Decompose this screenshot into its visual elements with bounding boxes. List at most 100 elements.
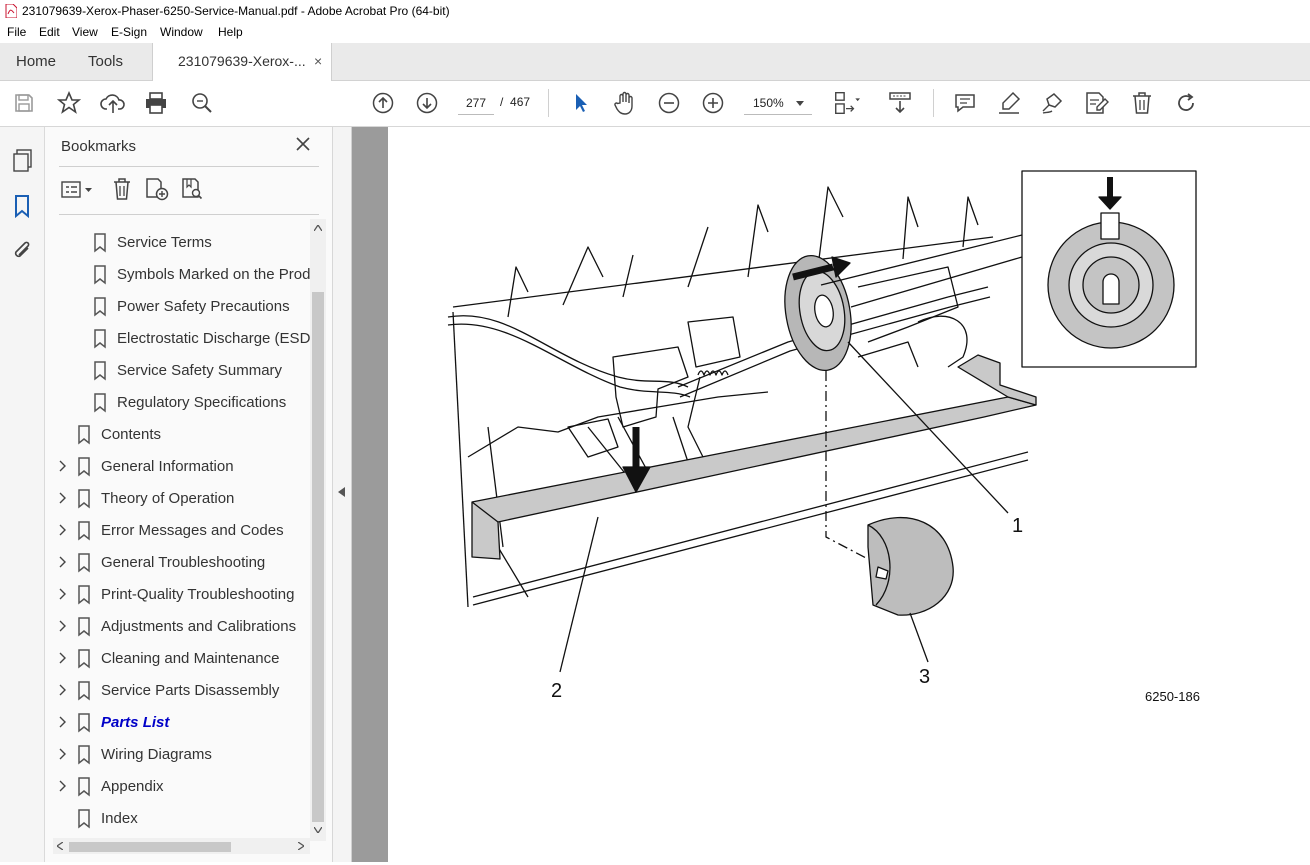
bookmark-label: Adjustments and Calibrations <box>101 618 297 635</box>
menu-help[interactable]: Help <box>218 25 243 39</box>
page-thumbnails-icon[interactable] <box>12 149 34 173</box>
scroll-mode-button[interactable] <box>886 89 914 117</box>
tab-close-button[interactable]: × <box>314 43 322 80</box>
chevron-right-icon[interactable] <box>59 524 67 536</box>
menu-edit[interactable]: Edit <box>39 25 60 39</box>
bookmark-item[interactable]: Service Parts Disassembly <box>45 675 310 707</box>
bookmark-icon <box>78 489 90 509</box>
bookmark-icon <box>94 361 106 381</box>
chevron-right-icon[interactable] <box>59 588 67 600</box>
hand-tool-button[interactable] <box>611 89 639 117</box>
toolbar-divider <box>548 89 549 117</box>
options-menu-icon[interactable] <box>61 179 95 201</box>
bookmark-item[interactable]: Appendix <box>45 771 310 803</box>
bookmark-item[interactable]: Adjustments and Calibrations <box>45 611 310 643</box>
bookmark-label: Parts List <box>101 714 170 731</box>
prev-page-button[interactable] <box>369 89 397 117</box>
new-bookmark-icon[interactable] <box>145 177 169 201</box>
bookmark-icon <box>94 233 106 253</box>
bookmark-item[interactable]: Error Messages and Codes <box>45 515 310 547</box>
highlight-button[interactable] <box>995 89 1023 117</box>
menu-view[interactable]: View <box>72 25 98 39</box>
tab-tools[interactable]: Tools <box>88 43 123 80</box>
bookmark-item[interactable]: Theory of Operation <box>45 483 310 515</box>
next-page-button[interactable] <box>413 89 441 117</box>
chevron-right-icon[interactable] <box>59 748 67 760</box>
scroll-down-icon[interactable] <box>314 827 322 833</box>
scroll-up-icon[interactable] <box>314 225 322 231</box>
chevron-right-icon[interactable] <box>59 492 67 504</box>
bookmark-label: Service Terms <box>117 234 212 251</box>
zoom-out-button[interactable] <box>655 89 683 117</box>
bookmark-item[interactable]: Print-Quality Troubleshooting <box>45 579 310 611</box>
comment-button[interactable] <box>951 89 979 117</box>
printer-icon <box>146 92 166 114</box>
find-bookmark-icon[interactable] <box>181 177 205 201</box>
bookmark-item[interactable]: General Information <box>45 451 310 483</box>
bookmarks-panel: Bookmarks Service Terms Symbols Marked on… <box>45 127 333 862</box>
trash-icon[interactable] <box>112 177 132 201</box>
bookmark-icon <box>94 393 106 413</box>
menu-file[interactable]: File <box>7 25 26 39</box>
zoom-in-button[interactable] <box>699 89 727 117</box>
page-number-input[interactable]: 277 <box>458 92 494 115</box>
menu-window[interactable]: Window <box>160 25 203 39</box>
minus-circle-icon <box>658 92 680 114</box>
tab-document[interactable]: 231079639-Xerox-... × <box>152 43 332 81</box>
select-tool-button[interactable] <box>567 89 595 117</box>
page-display-button[interactable] <box>832 89 860 117</box>
scrollbar-thumb[interactable] <box>312 292 324 822</box>
bookmark-item[interactable]: Index <box>45 803 310 831</box>
rotate-clockwise-icon <box>1178 93 1194 111</box>
rotate-button[interactable] <box>1172 89 1200 117</box>
edit-text-button[interactable] <box>1083 89 1111 117</box>
bookmark-tree: Service Terms Symbols Marked on the Prod P… <box>45 219 310 831</box>
bookmark-label: Service Safety Summary <box>117 362 283 379</box>
bookmark-item[interactable]: Power Safety Precautions <box>45 291 310 323</box>
chevron-right-icon[interactable] <box>59 780 67 792</box>
bookmark-label: General Troubleshooting <box>101 554 266 571</box>
chevron-right-icon[interactable] <box>59 460 67 472</box>
tab-home[interactable]: Home <box>16 43 56 80</box>
scroll-left-icon[interactable] <box>57 842 63 850</box>
collapse-left-icon[interactable] <box>338 487 345 497</box>
bookmark-item[interactable]: General Troubleshooting <box>45 547 310 579</box>
bookmark-item[interactable]: Electrostatic Discharge (ESD) <box>45 323 310 355</box>
navigation-rail <box>0 127 45 862</box>
bookmark-item[interactable]: Cleaning and Maintenance <box>45 643 310 675</box>
bookmark-item[interactable]: Symbols Marked on the Prod <box>45 259 310 291</box>
chevron-right-icon[interactable] <box>59 620 67 632</box>
chevron-right-icon[interactable] <box>59 556 67 568</box>
bookmark-panel-icon[interactable] <box>13 194 31 218</box>
bookmark-item[interactable]: Service Safety Summary <box>45 355 310 387</box>
chevron-right-icon[interactable] <box>59 684 67 696</box>
bookmark-item[interactable]: Contents <box>45 419 310 451</box>
chevron-right-icon[interactable] <box>59 716 67 728</box>
toolbar-divider <box>933 89 934 117</box>
menu-bar: File Edit View E-Sign Window Help <box>0 23 1310 43</box>
plus-circle-icon <box>702 92 724 114</box>
bookmark-item[interactable]: Wiring Diagrams <box>45 739 310 771</box>
zoom-level-select[interactable]: 150% <box>744 92 812 115</box>
upload-button[interactable] <box>99 89 127 117</box>
arrow-down-circle-icon <box>416 92 438 114</box>
delete-button[interactable] <box>1128 89 1156 117</box>
panel-collapse-strip[interactable] <box>333 127 352 862</box>
bookmark-item[interactable]: Parts List <box>45 707 310 739</box>
find-button[interactable] <box>188 89 216 117</box>
bookmark-star-button[interactable] <box>55 89 83 117</box>
bookmark-icon <box>94 265 106 285</box>
bookmark-label: Theory of Operation <box>101 490 235 507</box>
save-button[interactable] <box>10 89 38 117</box>
horizontal-scrollbar-thumb[interactable] <box>69 842 231 852</box>
chevron-right-icon[interactable] <box>59 652 67 664</box>
paperclip-icon[interactable] <box>12 240 34 264</box>
close-panel-icon[interactable] <box>295 136 311 152</box>
save-icon <box>15 94 33 112</box>
bookmark-item[interactable]: Regulatory Specifications <box>45 387 310 419</box>
scroll-right-icon[interactable] <box>298 842 304 850</box>
draw-button[interactable] <box>1038 89 1066 117</box>
menu-esign[interactable]: E-Sign <box>111 25 147 39</box>
bookmark-item[interactable]: Service Terms <box>45 227 310 259</box>
print-button[interactable] <box>142 89 170 117</box>
